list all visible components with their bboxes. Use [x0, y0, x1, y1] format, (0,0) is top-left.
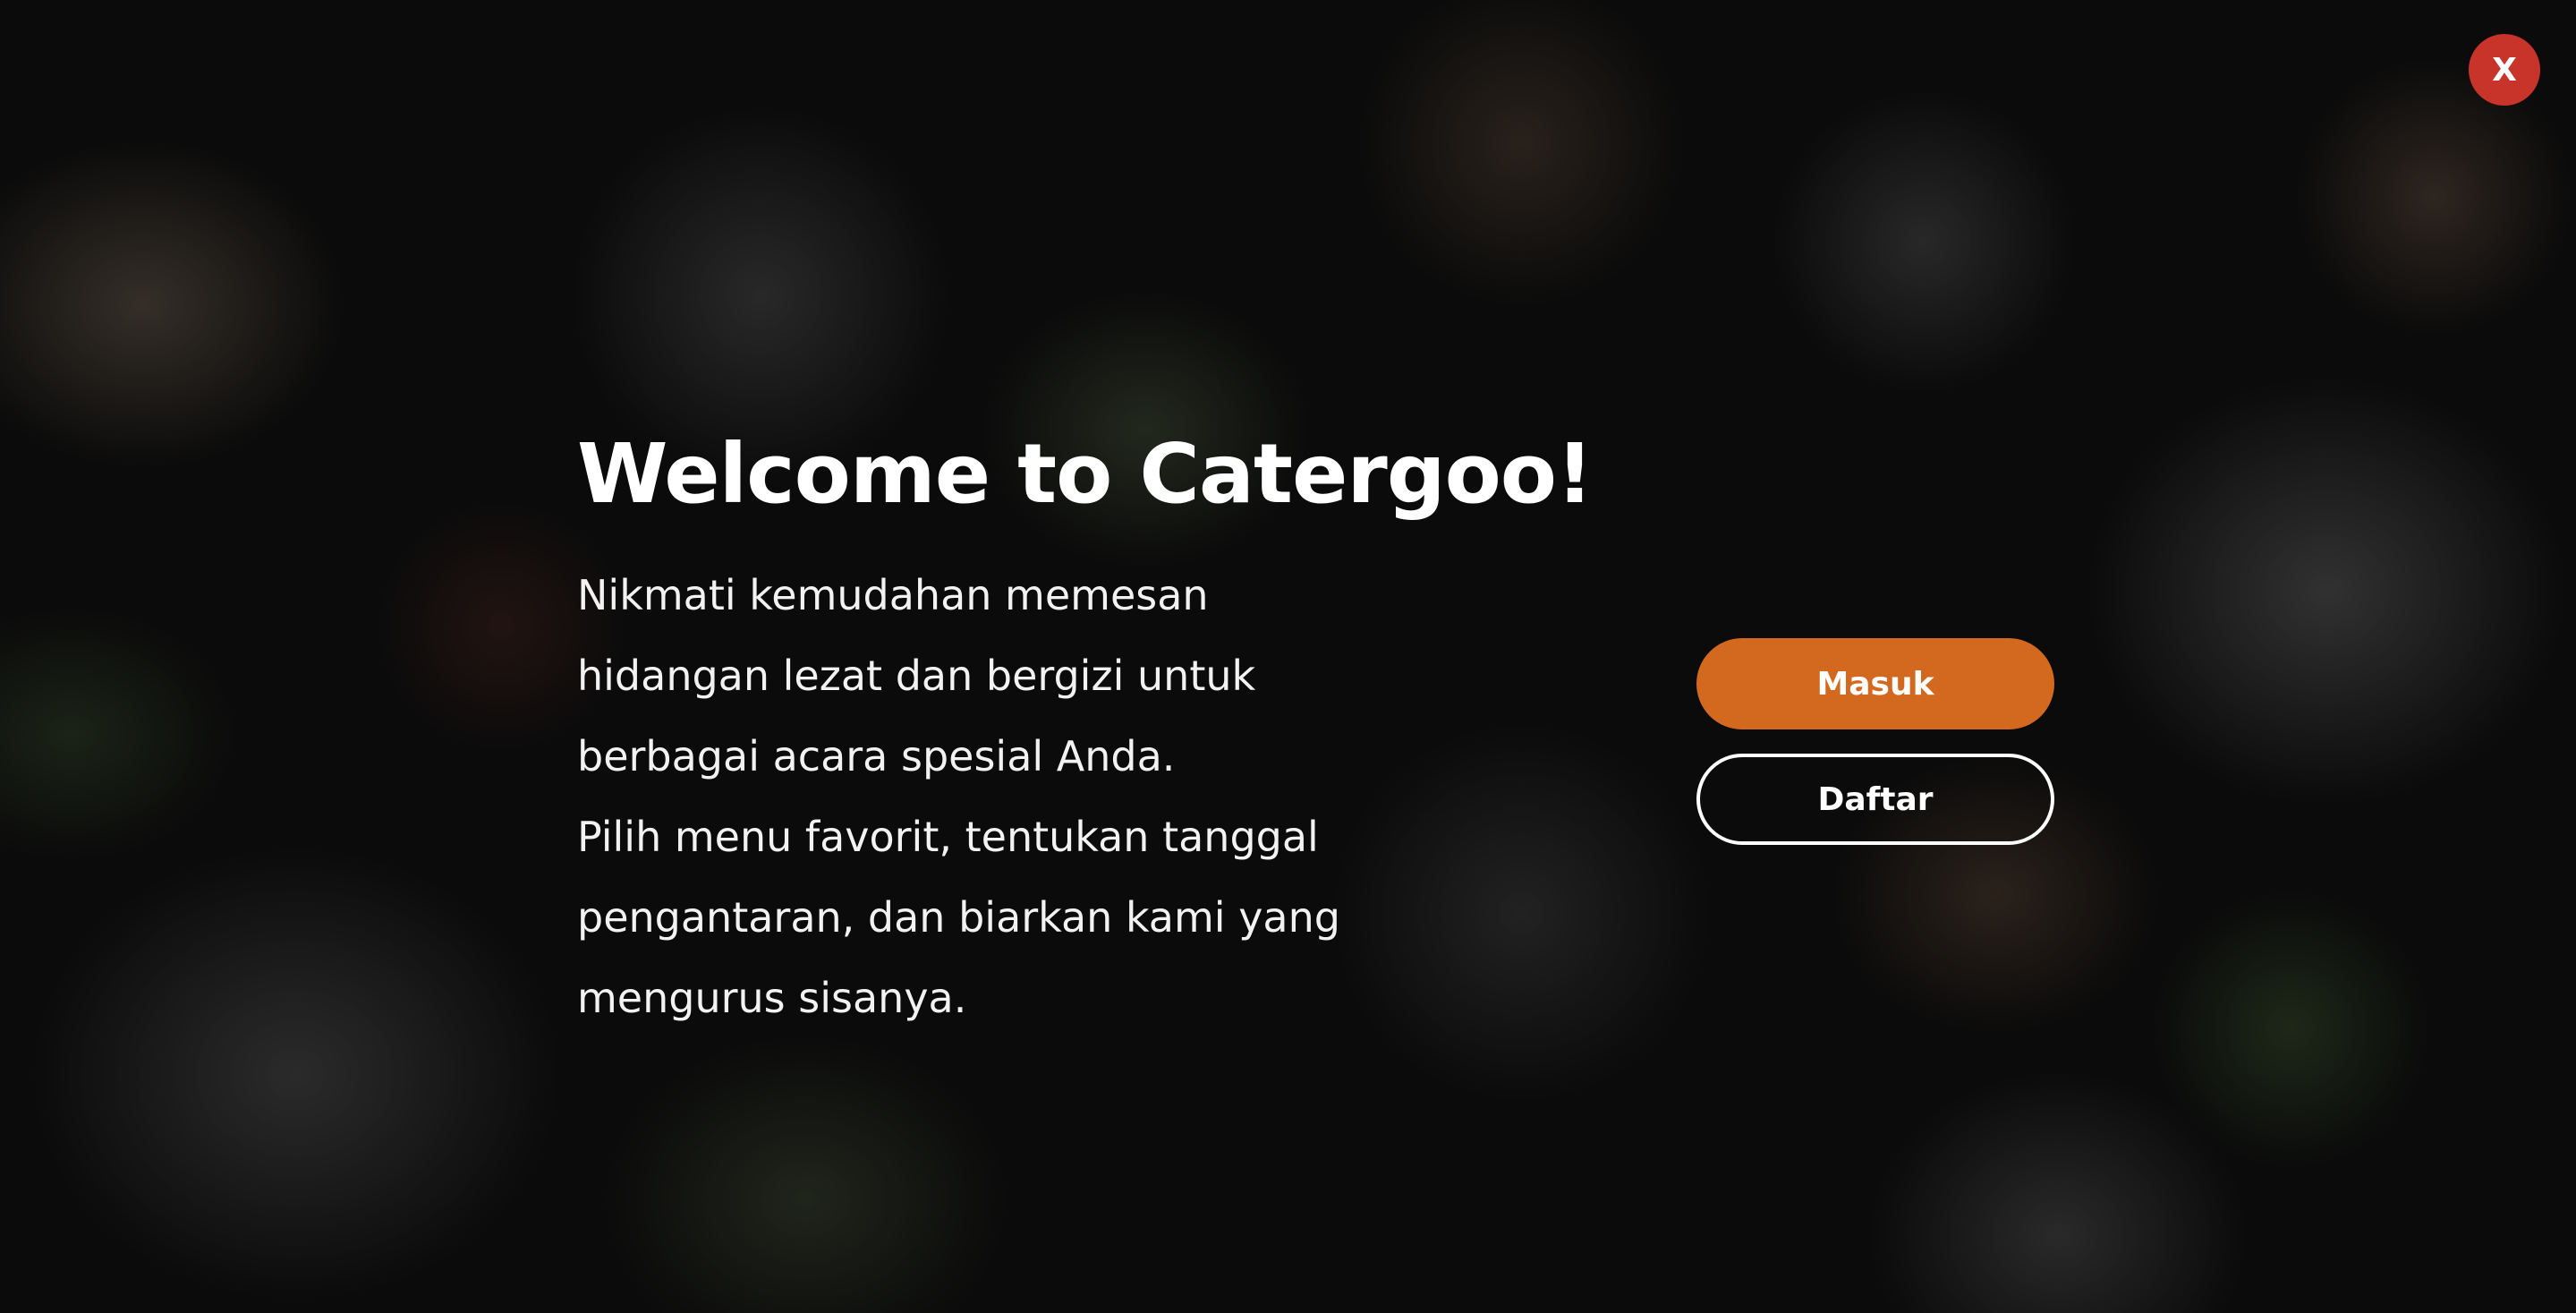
description-paragraph-1: Nikmati kemudahan memesan hidangan lezat…	[577, 571, 1256, 780]
login-button[interactable]: Masuk	[1696, 638, 2054, 729]
register-button[interactable]: Daftar	[1696, 754, 2054, 845]
description-paragraph-2: Pilih menu favorit, tentukan tanggal pen…	[577, 813, 1340, 1022]
welcome-screen: X Welcome to Catergoo! Nikmati kemudahan…	[0, 0, 2576, 1313]
welcome-content: Welcome to Catergoo! Nikmati kemudahan m…	[577, 421, 1740, 1038]
close-button[interactable]: X	[2469, 34, 2540, 106]
welcome-description: Nikmati kemudahan memesan hidangan lezat…	[577, 555, 1409, 1038]
welcome-title: Welcome to Catergoo!	[577, 426, 1594, 522]
auth-actions: Masuk Daftar	[1696, 638, 2054, 845]
close-icon: X	[2492, 51, 2517, 89]
